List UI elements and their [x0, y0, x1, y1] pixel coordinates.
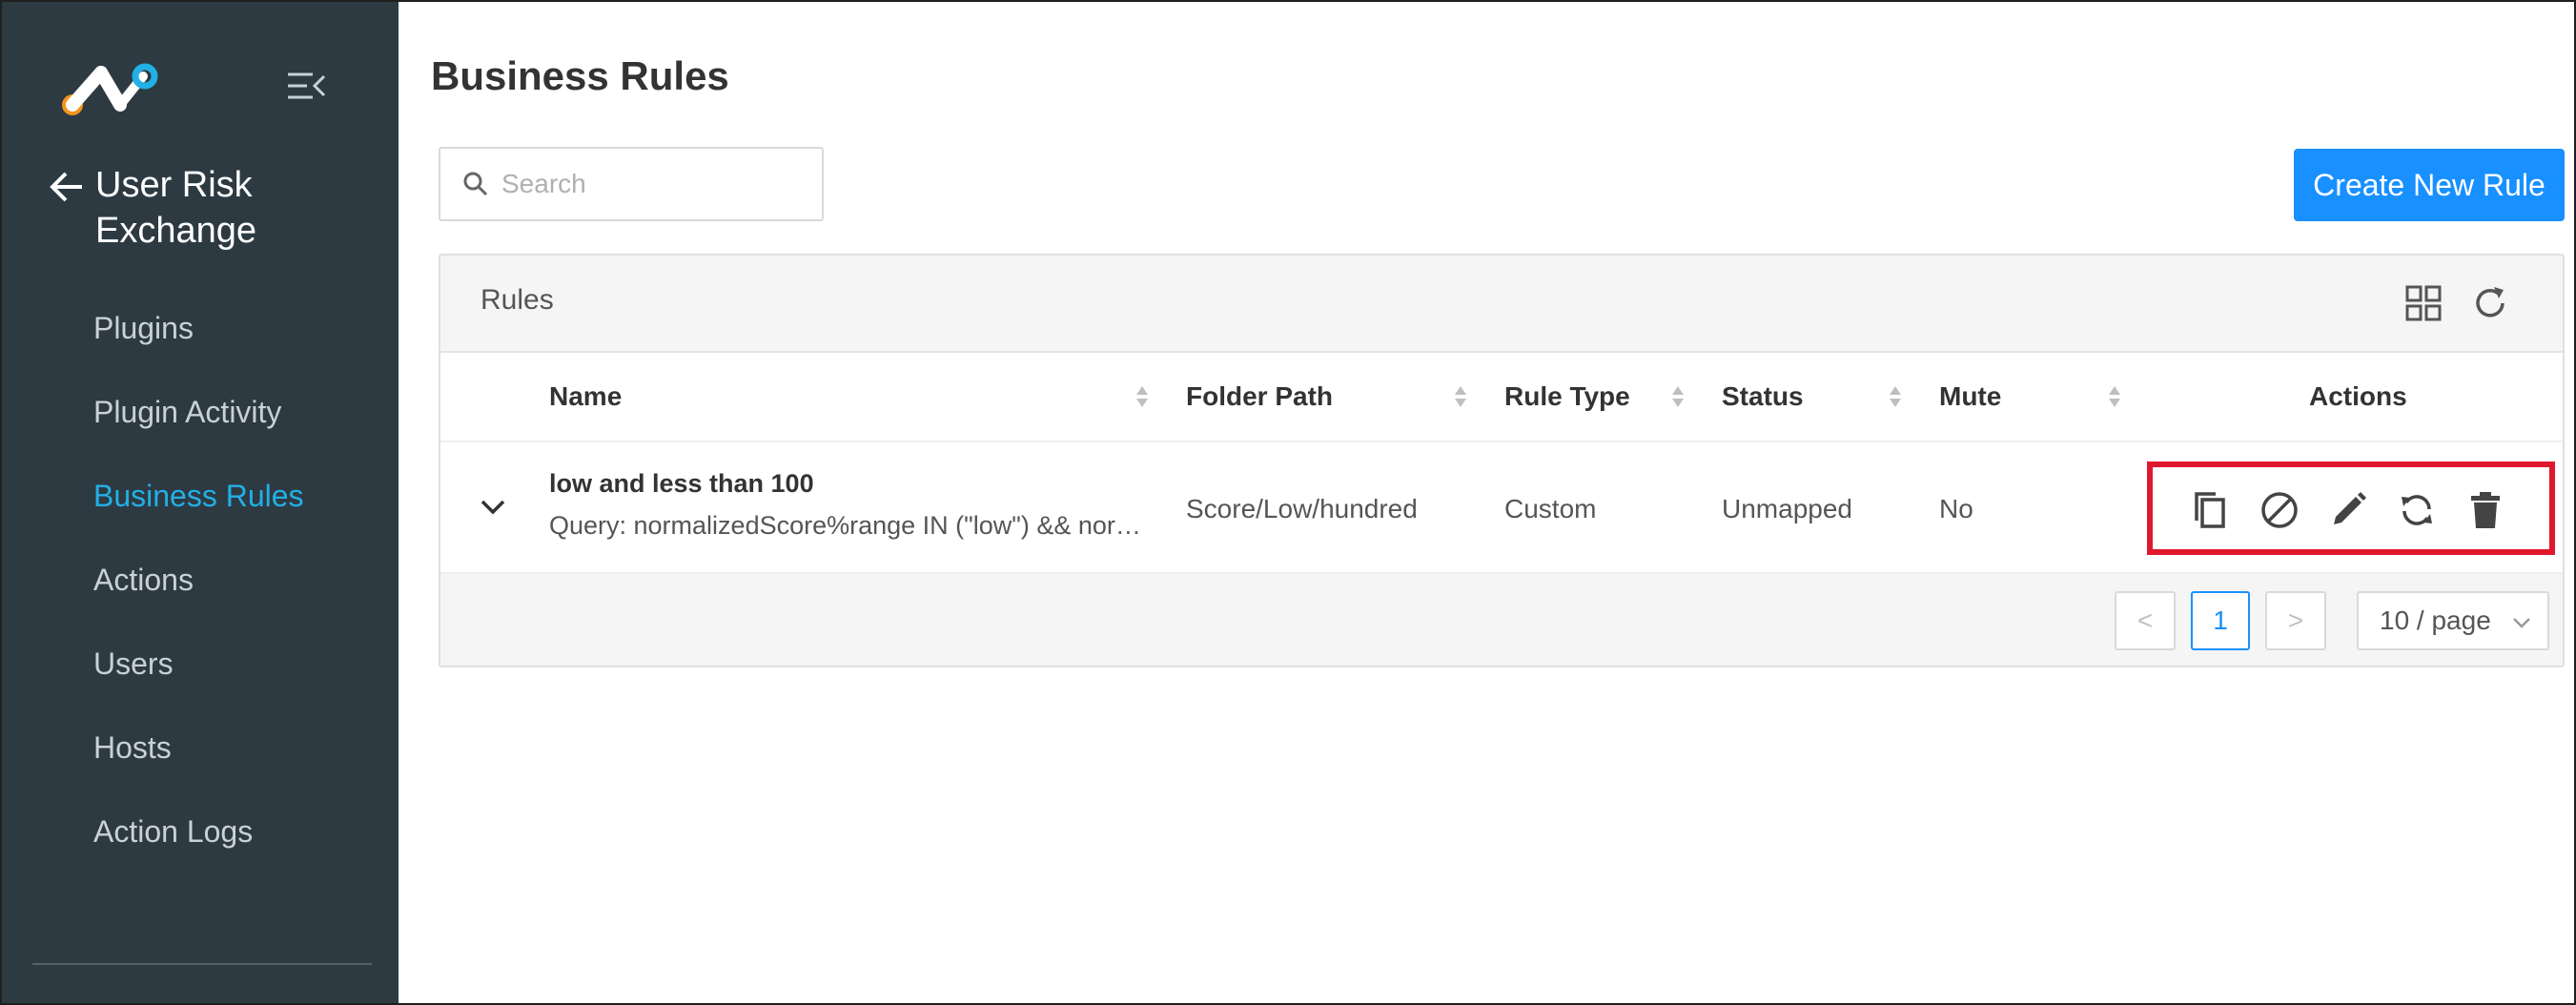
sort-icon[interactable] — [2107, 383, 2122, 410]
sidebar-nav: Plugins Plugin Activity Business Rules A… — [93, 305, 304, 892]
rule-mute: No — [1939, 494, 1973, 523]
disable-icon[interactable] — [2258, 488, 2301, 532]
column-header-status[interactable]: Status — [1722, 381, 1804, 412]
rules-card-title: Rules — [480, 284, 554, 316]
search-input[interactable] — [501, 169, 807, 199]
sidebar-item-action-logs[interactable]: Action Logs — [93, 809, 304, 892]
app-logo — [62, 63, 158, 115]
app-header: User Risk Exchange — [48, 162, 324, 254]
sort-icon[interactable] — [1670, 383, 1686, 410]
edit-icon[interactable] — [2326, 488, 2370, 532]
pagination-prev-button[interactable]: < — [2115, 591, 2176, 650]
table-header: Name Folder Path Rule Type Status Mute A… — [440, 353, 2563, 442]
page-title: Business Rules — [431, 53, 729, 98]
page-size-select[interactable]: 10 / page — [2357, 591, 2549, 650]
search-box[interactable] — [439, 147, 824, 221]
grid-view-icon[interactable] — [2404, 284, 2443, 322]
pagination-page-1[interactable]: 1 — [2191, 591, 2250, 650]
sidebar-divider — [32, 963, 372, 965]
sidebar: User Risk Exchange Plugins Plugin Activi… — [2, 2, 399, 1003]
rule-name[interactable]: low and less than 100 — [549, 469, 814, 499]
sidebar-item-hosts[interactable]: Hosts — [93, 725, 304, 809]
column-header-actions: Actions — [2309, 381, 2407, 411]
column-header-name[interactable]: Name — [549, 381, 622, 412]
pagination-next-label: > — [2287, 605, 2304, 635]
copy-icon[interactable] — [2189, 488, 2233, 532]
app-title: User Risk Exchange — [95, 165, 257, 251]
rule-query: Query: normalizedScore%range IN ("low") … — [549, 511, 1150, 540]
sidebar-item-actions[interactable]: Actions — [93, 557, 304, 641]
page-size-label: 10 / page — [2380, 605, 2491, 635]
expand-row-chevron-icon[interactable] — [477, 490, 509, 523]
column-header-mute[interactable]: Mute — [1939, 381, 2001, 412]
pagination-current-label: 1 — [2213, 605, 2228, 635]
rule-folder-path: Score/Low/hundred — [1186, 494, 1418, 523]
rules-card: Rules Name Folder Path Rule Type Status … — [439, 254, 2565, 667]
chevron-down-icon — [2513, 618, 2530, 628]
sort-icon[interactable] — [1453, 383, 1468, 410]
collapse-menu-icon[interactable] — [286, 67, 328, 105]
create-new-rule-button[interactable]: Create New Rule — [2294, 149, 2565, 221]
delete-icon[interactable] — [2464, 488, 2507, 532]
table-row: low and less than 100 Query: normalizedS… — [440, 442, 2563, 574]
pagination-next-button[interactable]: > — [2265, 591, 2326, 650]
back-arrow-icon[interactable] — [48, 168, 86, 206]
column-header-folder-path[interactable]: Folder Path — [1186, 381, 1333, 412]
refresh-icon[interactable] — [2471, 284, 2509, 322]
sidebar-item-users[interactable]: Users — [93, 641, 304, 725]
search-icon — [463, 172, 488, 196]
sidebar-item-business-rules[interactable]: Business Rules — [93, 473, 304, 557]
sync-icon[interactable] — [2395, 488, 2439, 532]
rule-status: Unmapped — [1722, 494, 1852, 523]
sidebar-item-plugin-activity[interactable]: Plugin Activity — [93, 389, 304, 473]
column-header-rule-type[interactable]: Rule Type — [1504, 381, 1630, 412]
pagination-prev-label: < — [2136, 605, 2154, 635]
rules-card-header: Rules — [440, 256, 2563, 353]
row-actions-highlight — [2147, 461, 2555, 555]
sort-icon[interactable] — [1888, 383, 1903, 410]
sort-icon[interactable] — [1135, 383, 1150, 410]
sidebar-item-plugins[interactable]: Plugins — [93, 305, 304, 389]
rule-type: Custom — [1504, 494, 1597, 523]
